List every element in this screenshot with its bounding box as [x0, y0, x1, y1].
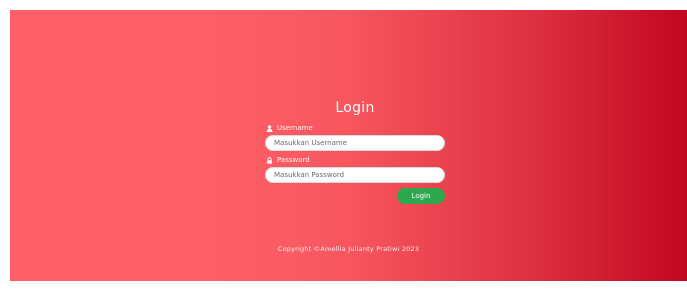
password-label: Password: [277, 156, 310, 164]
login-form: Login Username Password Login: [265, 100, 445, 204]
username-input[interactable]: [265, 135, 445, 151]
user-icon: [265, 124, 273, 132]
lock-icon: [265, 156, 273, 164]
copyright-text: Copyright ©Amellia Julianty Pratiwi 2023: [277, 245, 420, 253]
login-page-background: Login Username Password Login: [10, 10, 687, 281]
username-label: Username: [277, 124, 313, 132]
button-row: Login: [265, 188, 445, 204]
password-label-row: Password: [265, 156, 445, 164]
login-title: Login: [335, 100, 375, 116]
username-label-row: Username: [265, 124, 445, 132]
login-button[interactable]: Login: [397, 188, 445, 204]
password-input[interactable]: [265, 167, 445, 183]
